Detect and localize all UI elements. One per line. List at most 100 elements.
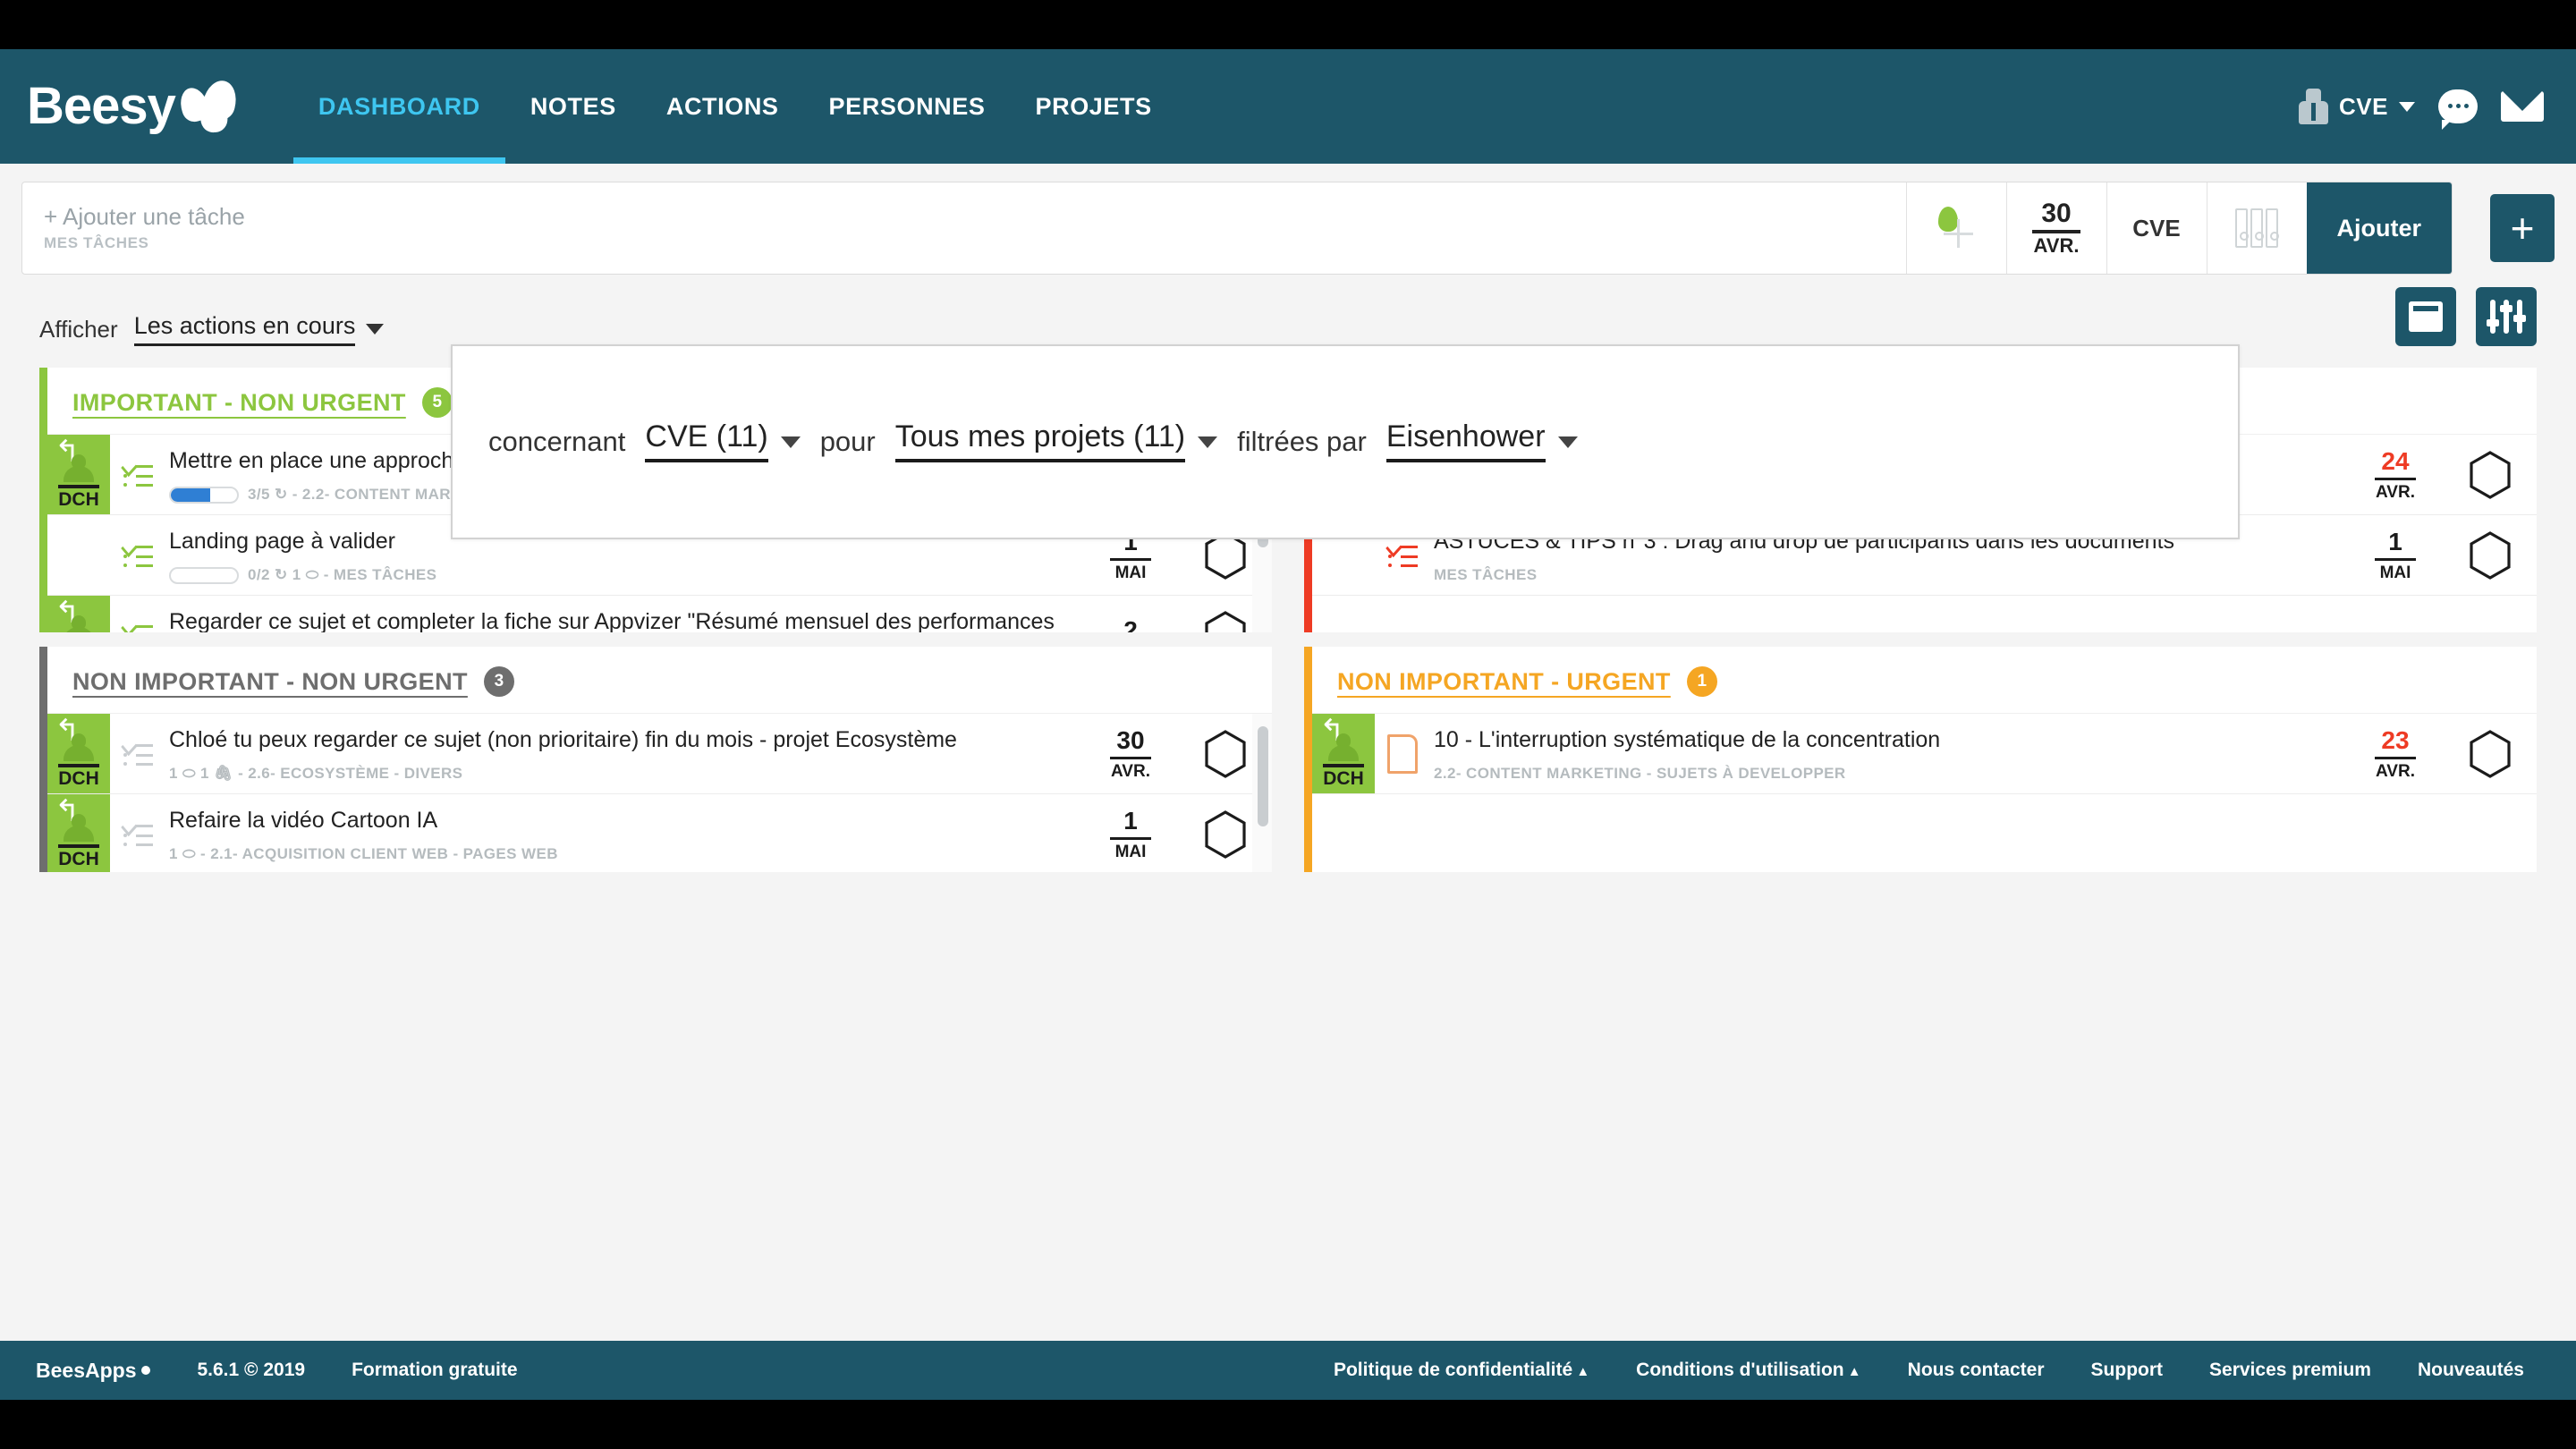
task-title[interactable]: Regarder ce sujet et completer la fiche … (169, 608, 1064, 632)
task-assignee-avatar[interactable]: ↰DCH (47, 794, 110, 872)
task-due-date[interactable]: 1MAI (2347, 515, 2444, 595)
footer-brand-label: BeesApps (36, 1359, 136, 1383)
footer-dot-icon (141, 1366, 150, 1375)
task-row[interactable]: ↰DCH Refaire la vidéo Cartoon IA 1 ⬭ - 2.1… (47, 794, 1272, 872)
nav-item-projets[interactable]: PROJETS (1011, 49, 1177, 164)
user-menu[interactable]: CVE (2298, 89, 2415, 124)
popup-project-dropdown[interactable]: Tous mes projets (11) (895, 421, 1217, 462)
task-meta: 1 ⬭ 1 🖇 - 2.6- ECOSYSTÈME - DIVERS (169, 765, 1064, 783)
add-project-button[interactable] (2207, 182, 2307, 274)
person-icon (64, 814, 94, 844)
task-title[interactable]: Refaire la vidéo Cartoon IA (169, 807, 1064, 835)
nav-item-actions[interactable]: ACTIONS (641, 49, 804, 164)
footer-link-4[interactable]: Services premium (2209, 1360, 2371, 1381)
task-meta-text: MES TÂCHES (1434, 566, 1537, 584)
task-row[interactable]: ↰DCH Chloé tu peux regarder ce sujet (non… (47, 714, 1272, 794)
hexagon-icon (1205, 730, 1246, 778)
nav-item-dashboard[interactable]: DASHBOARD (293, 49, 505, 164)
footer-link-5[interactable]: Nouveautés (2418, 1360, 2524, 1381)
task-status-hexagon-slot[interactable] (2444, 435, 2537, 514)
task-row[interactable]: ↰DCH 10 - L'interruption systématique de … (1312, 714, 2537, 794)
chevron-down-icon (366, 324, 384, 335)
chevron-down-icon (1198, 436, 1217, 448)
quadrant-title[interactable]: NON IMPORTANT - NON URGENT (72, 668, 468, 696)
add-task-context-label: MES TÂCHES (44, 234, 1885, 252)
scrollbar-thumb[interactable] (1258, 726, 1268, 826)
add-owner-button[interactable]: CVE (2106, 182, 2207, 274)
view-tools (2395, 287, 2537, 346)
task-status-hexagon-slot[interactable] (2444, 714, 2537, 793)
leaf-plus-icon (1933, 205, 1979, 251)
quadrant-count-badge: 1 (1687, 666, 1717, 697)
task-status-hexagon-slot[interactable] (2444, 515, 2537, 595)
task-progress-bar (169, 567, 239, 584)
task-meta: 1 ⬭ - 2.1- ACQUISITION CLIENT WEB - PAGE… (169, 845, 1064, 863)
footer-link-1[interactable]: Conditions d'utilisation ▲ (1636, 1360, 1860, 1381)
quadrant-count-badge: 3 (484, 666, 514, 697)
due-date-month: AVR. (2034, 236, 2080, 256)
footer-training-link[interactable]: Formation gratuite (352, 1360, 518, 1381)
footer-link-label: Nouveautés (2418, 1360, 2524, 1380)
task-row[interactable]: ↰DCH Regarder ce sujet et completer la fi… (47, 596, 1272, 632)
task-assignee-avatar[interactable]: ↰DCH (47, 435, 110, 514)
popup-method-dropdown[interactable]: Eisenhower (1386, 421, 1578, 462)
task-title[interactable]: 10 - L'interruption systématique de la c… (1434, 726, 2329, 754)
task-type-icon-slot (110, 515, 165, 595)
task-due-date[interactable]: 24AVR. (2347, 435, 2444, 514)
task-due-date[interactable]: 1MAI (1082, 794, 1179, 872)
footer-left: BeesApps 5.6.1 © 2019 Formation gratuite (36, 1359, 518, 1383)
mail-button[interactable] (2501, 91, 2544, 122)
task-due-month: AVR. (2376, 763, 2415, 780)
task-meta: 0/2 ↻ 1 ⬭ - MES TÂCHES (169, 566, 1064, 584)
settings-filters-button[interactable] (2476, 287, 2537, 346)
footer-link-3[interactable]: Support (2091, 1360, 2163, 1381)
display-filter-dropdown[interactable]: Les actions en cours (134, 312, 385, 346)
task-assignee-avatar[interactable]: ↰DCH (1312, 714, 1375, 793)
quick-add-button[interactable]: + (2490, 194, 2555, 262)
footer-link-label: Support (2091, 1360, 2163, 1380)
quadrant-count-badge: 5 (422, 387, 453, 418)
owner-initials: CVE (2132, 215, 2180, 242)
afficher-label: Afficher (39, 316, 118, 343)
task-assignee-avatar[interactable]: ↰DCH (47, 714, 110, 793)
task-assignee-avatar[interactable]: ↰DCH (47, 596, 110, 632)
quadrant-accent-bar (39, 647, 47, 872)
quadrant-panel: NON IMPORTANT - URGENT 1 ↰DCH 10 - L'interr… (1304, 647, 2537, 872)
hexagon-icon (2470, 730, 2511, 778)
footer-link-0[interactable]: Politique de confidentialité ▲ (1334, 1360, 1589, 1381)
footer-link-label: Conditions d'utilisation (1636, 1360, 1843, 1380)
task-progress-fill (171, 488, 210, 502)
user-name-label: CVE (2339, 93, 2388, 121)
add-task-placeholder: + Ajouter une tâche (44, 204, 1885, 230)
quadrant-title[interactable]: IMPORTANT - NON URGENT (72, 389, 406, 417)
nav-item-notes[interactable]: NOTES (505, 49, 641, 164)
layout-view-button[interactable] (2395, 287, 2456, 346)
task-due-date[interactable]: 2 (1082, 596, 1179, 632)
binders-icon (2235, 208, 2278, 248)
quadrant-header: NON IMPORTANT - URGENT 1 (1312, 647, 2537, 713)
add-task-submit-button[interactable]: Ajouter (2307, 182, 2453, 274)
popup-person-dropdown[interactable]: CVE (11) (645, 421, 800, 462)
quadrant-panel: NON IMPORTANT - NON URGENT 3 ↰DCH Chloé tu … (39, 647, 1272, 872)
task-due-month: MAI (1115, 564, 1147, 581)
beesy-logo[interactable]: Beesy (27, 80, 249, 132)
chat-button[interactable] (2438, 89, 2478, 123)
quadrant-task-list[interactable]: ↰DCH 10 - L'interruption systématique de … (1312, 713, 2537, 872)
footer-link-2[interactable]: Nous contacter (1908, 1360, 2045, 1381)
task-title[interactable]: Chloé tu peux regarder ce sujet (non pri… (169, 726, 1064, 754)
task-due-date[interactable]: 23AVR. (2347, 714, 2444, 793)
add-task-input[interactable]: + Ajouter une tâche MES TÂCHES (22, 182, 1906, 274)
filter-popup-panel[interactable]: concernant CVE (11) pour Tous mes projet… (451, 344, 2240, 539)
task-meta: 2.2- CONTENT MARKETING - SUJETS À DEVELO… (1434, 765, 2329, 783)
quadrant-task-list[interactable]: ↰DCH Chloé tu peux regarder ce sujet (non… (47, 713, 1272, 872)
beesapps-logo[interactable]: BeesApps (36, 1359, 150, 1383)
task-due-date[interactable]: 30AVR. (1082, 714, 1179, 793)
quadrant-title[interactable]: NON IMPORTANT - URGENT (1337, 668, 1671, 696)
checklist-icon (123, 542, 153, 569)
footer-link-label: Nous contacter (1908, 1360, 2045, 1380)
add-priority-button[interactable] (1906, 182, 2006, 274)
task-due-day: 2 (1123, 618, 1138, 633)
nav-item-personnes[interactable]: PERSONNES (804, 49, 1011, 164)
assignee-initials: DCH (58, 844, 99, 869)
add-due-date-button[interactable]: 30 AVR. (2006, 182, 2106, 274)
